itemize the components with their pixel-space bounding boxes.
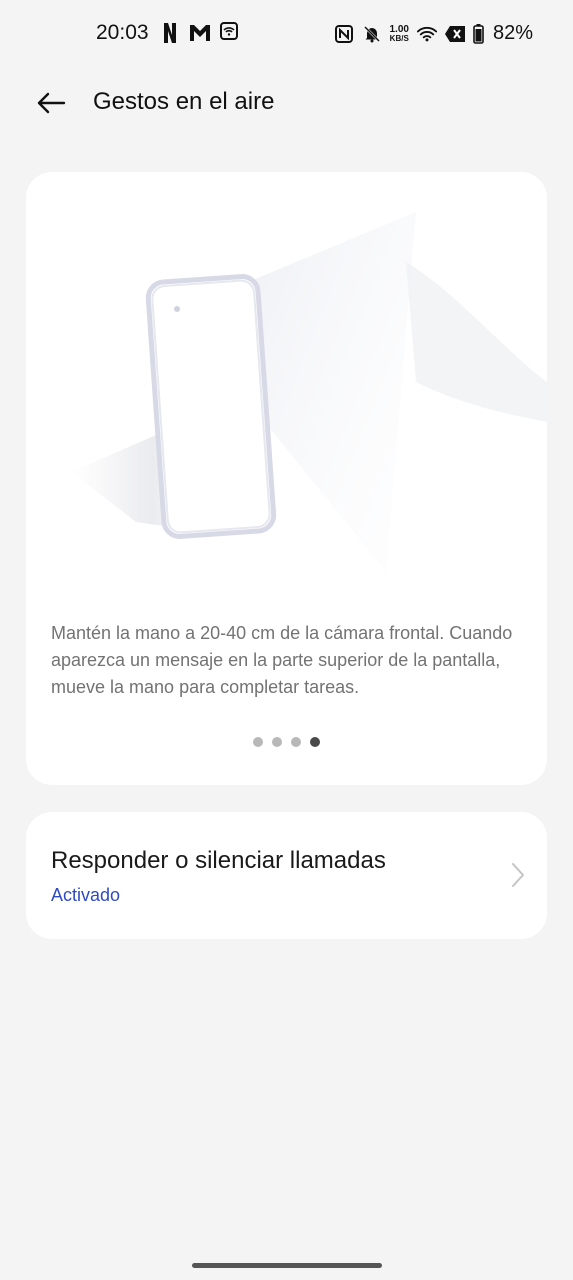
app-header: Gestos en el aire	[0, 68, 573, 138]
net-speed: 1.00 KB/S	[389, 23, 409, 43]
battery-icon	[473, 23, 485, 45]
net-speed-unit: KB/S	[389, 33, 409, 43]
battery-percent: 82%	[492, 22, 533, 44]
chevron-right-icon	[512, 863, 524, 887]
page-dot[interactable]	[291, 737, 301, 747]
setting-title: Responder o silenciar llamadas	[51, 847, 386, 874]
page-title: Gestos en el aire	[93, 88, 275, 115]
arrow-left-icon	[37, 92, 66, 114]
air-gesture-illustration	[71, 212, 547, 572]
answer-calls-setting[interactable]: Responder o silenciar llamadas Activado	[26, 812, 547, 939]
wifi-hotspot-icon	[220, 22, 238, 40]
status-bar: 20:03 1.00 KB/S 82%	[0, 0, 573, 68]
carousel-indicator[interactable]	[26, 737, 547, 747]
net-speed-value: 1.00	[389, 23, 409, 35]
gesture-intro-card: Mantén la mano a 20-40 cm de la cámara f…	[26, 172, 547, 785]
bell-muted-icon	[362, 23, 382, 45]
wifi-icon	[416, 23, 437, 45]
system-icons: 1.00 KB/S 82%	[334, 22, 533, 45]
page-dot[interactable]	[272, 737, 282, 747]
home-indicator[interactable]	[192, 1263, 382, 1268]
no-sim-icon	[444, 23, 465, 45]
back-button[interactable]	[28, 82, 74, 124]
nfc-icon	[334, 23, 354, 45]
page-dot-active[interactable]	[310, 737, 320, 747]
netflix-icon	[160, 22, 180, 44]
notification-icons	[160, 22, 238, 44]
gmail-icon	[190, 22, 210, 44]
setting-status: Activado	[51, 885, 121, 905]
gesture-description: Mantén la mano a 20-40 cm de la cámara f…	[51, 623, 513, 697]
status-time: 20:03	[96, 21, 149, 44]
page-dot[interactable]	[253, 737, 263, 747]
